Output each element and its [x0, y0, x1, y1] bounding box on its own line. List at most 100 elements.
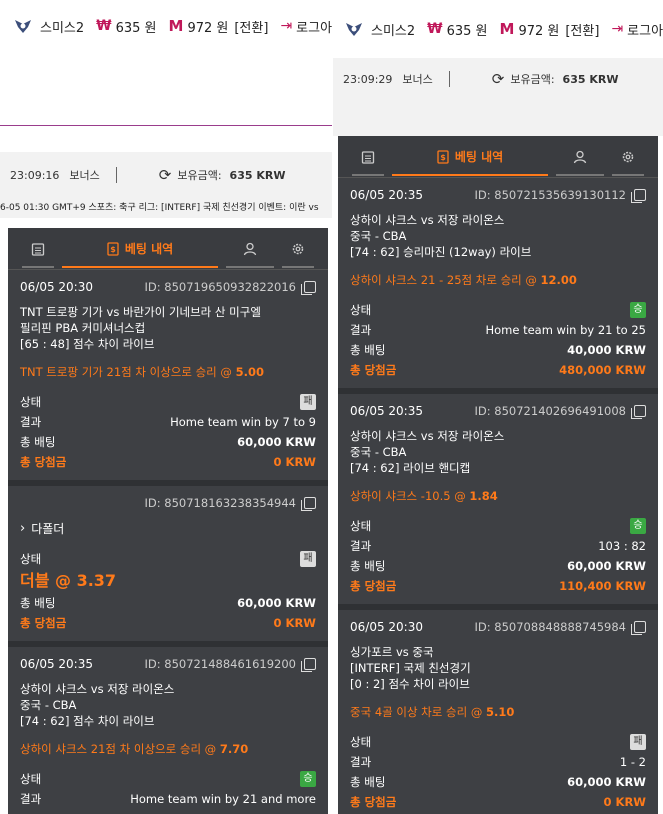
bet-card: 06/05 20:35 ID: 850721535639130112 상하이 샤…	[338, 178, 658, 394]
bonus-link[interactable]: 보너스	[402, 71, 432, 87]
match-league: 중국 - CBA	[20, 698, 77, 712]
stake-row: 총 배팅 60,000 KRW	[20, 593, 316, 613]
status-badge: 승	[630, 302, 646, 318]
status-label: 상태	[350, 735, 372, 749]
tab-calendar[interactable]	[18, 234, 58, 268]
winnings-label: 총 당첨금	[350, 795, 397, 809]
match-info: 상하이 샤크스 vs 저장 라이온스 중국 - CBA [74 : 62] 점수…	[20, 681, 316, 729]
result-row: 결과 Home team win by 21 and more	[20, 789, 316, 809]
username: 스미스2	[40, 20, 85, 36]
winnings-row: 총 당첨금 0 KRW	[20, 452, 316, 472]
pick-text: TNT 트로팡 기가 21점 차 이상으로 승리 @	[20, 365, 232, 379]
convert-button[interactable]: [전환]	[234, 17, 268, 36]
status-row: 상태 승	[350, 300, 646, 320]
tab-settings[interactable]	[278, 234, 318, 268]
result-row: 결과 Home team win by 21 to 25	[350, 320, 646, 340]
parlay-toggle[interactable]: › 다폴더	[20, 520, 316, 537]
logout-button[interactable]: ⇥ 로그아	[611, 20, 663, 39]
bet-card: 06/05 20:30 ID: 850708848888745984 싱가포르 …	[338, 610, 658, 814]
bet-id-text: ID: 850719650932822016	[144, 280, 296, 294]
tab-bet-history[interactable]: $ 베팅 내역	[388, 142, 552, 176]
match-league: [INTERF] 국제 친선경기	[350, 661, 471, 675]
pick-text: 상하이 샤크스 21점 차 이상으로 승리 @	[20, 742, 217, 756]
result-label: 결과	[350, 539, 372, 553]
stake-label: 총 배팅	[350, 343, 386, 357]
stake-label: 총 배팅	[350, 559, 386, 573]
convert-button[interactable]: [전환]	[565, 20, 599, 39]
pick-text: 상하이 샤크스 21 - 25점 차로 승리 @	[350, 273, 537, 287]
status-row: 상태 패	[20, 392, 316, 412]
tab-user[interactable]	[552, 142, 608, 176]
copy-icon[interactable]	[301, 497, 316, 511]
balance-label: 보유금액:	[510, 73, 555, 86]
tab-settings[interactable]	[608, 142, 648, 176]
bet-history-panel: $ 베팅 내역 06/05 20:30 ID: 8507196509328220…	[8, 228, 328, 814]
status-badge: 패	[630, 734, 646, 750]
won-icon: ₩	[96, 18, 112, 34]
ticker: 6-05 01:30 GMT+9 스포츠: 축구 리그: [INTERF] 국제…	[0, 198, 332, 218]
w-balance-amount: 635 원	[446, 23, 488, 39]
winnings-row: 총 당첨금 480,000 KRW	[350, 360, 646, 380]
winnings-label: 총 당첨금	[350, 579, 397, 593]
top-nav: 스미스2 ₩ 635 원 M 972 원 [전환] ⇥ 로그아	[333, 0, 663, 58]
bet-card: 06/05 20:35 ID: 850721488461619200 상하이 샤…	[8, 647, 328, 814]
result-value: 103 : 82	[598, 539, 646, 553]
refresh-icon[interactable]: ⟳	[492, 70, 505, 88]
balance-value: 635 KRW	[229, 168, 286, 182]
w-balance: ₩ 635 원	[96, 17, 156, 36]
match-market: [0 : 2] 점수 차이 라이브	[350, 677, 470, 691]
match-league: 중국 - CBA	[350, 229, 407, 243]
user-icon	[243, 242, 257, 255]
stake-label: 총 배팅	[20, 596, 56, 610]
copy-icon[interactable]	[631, 405, 646, 419]
logout-icon: ⇥	[611, 21, 624, 37]
m-balance: M 972 원 [전환]	[169, 17, 269, 36]
gear-icon	[622, 151, 634, 162]
stake-value: 40,000 KRW	[567, 343, 646, 357]
m-balance-amount: 972 원	[518, 23, 560, 39]
logout-label: 로그아	[296, 20, 332, 36]
bet-id-text: ID: 850721535639130112	[474, 188, 626, 202]
tab-bet-history[interactable]: $ 베팅 내역	[58, 234, 222, 268]
result-label: 결과	[350, 755, 372, 769]
match-teams: TNT 트로팡 기가 vs 바란가이 기네브라 산 미구엘	[20, 305, 261, 319]
bet-card: 06/05 20:30 ID: 850719650932822016 TNT 트…	[8, 270, 328, 486]
copy-icon[interactable]	[301, 658, 316, 672]
m-point-icon: M	[168, 17, 184, 35]
tab-underline	[22, 265, 54, 268]
result-row: 결과 1 - 2	[350, 752, 646, 772]
logout-label: 로그아	[627, 23, 663, 39]
status-label: 상태	[350, 519, 372, 533]
eagle-logo-icon	[15, 20, 31, 33]
stake-row: 총 배팅 60,000 KRW	[20, 432, 316, 452]
copy-icon[interactable]	[631, 189, 646, 203]
top-nav: 스미스2 ₩ 635 원 M 972 원 [전환] ⇥ 로그아	[0, 0, 332, 52]
user-menu[interactable]: 스미스2	[345, 20, 415, 39]
result-value: Home team win by 21 and more	[130, 792, 316, 806]
result-label: 결과	[350, 323, 372, 337]
result-label: 결과	[20, 415, 42, 429]
winnings-value: 110,400 KRW	[559, 579, 646, 593]
bonus-link[interactable]: 보너스	[69, 167, 99, 183]
pick-odds: 12.00	[540, 273, 577, 287]
copy-icon[interactable]	[301, 281, 316, 295]
svg-text:$: $	[440, 153, 446, 162]
result-row: 결과 103 : 82	[350, 536, 646, 556]
refresh-icon[interactable]: ⟳	[159, 166, 172, 184]
tab-user[interactable]	[222, 234, 278, 268]
divider	[448, 71, 450, 87]
tab-calendar[interactable]	[348, 142, 388, 176]
balance-label: 보유금액:	[177, 169, 222, 182]
winnings-label: 총 당첨금	[20, 616, 67, 630]
status-row: 상태 승	[20, 769, 316, 789]
winnings-value: 0 KRW	[603, 795, 646, 809]
winnings-row: 총 당첨금 0 KRW	[350, 792, 646, 812]
spacer	[0, 126, 332, 152]
eagle-logo-icon	[346, 23, 362, 36]
logout-button[interactable]: ⇥ 로그아	[280, 17, 332, 36]
copy-icon[interactable]	[631, 621, 646, 635]
winnings-row: 총 당첨금 0 KRW	[20, 613, 316, 633]
user-menu[interactable]: 스미스2	[14, 17, 84, 36]
svg-text:$: $	[110, 245, 116, 254]
tab-underline	[392, 173, 548, 176]
